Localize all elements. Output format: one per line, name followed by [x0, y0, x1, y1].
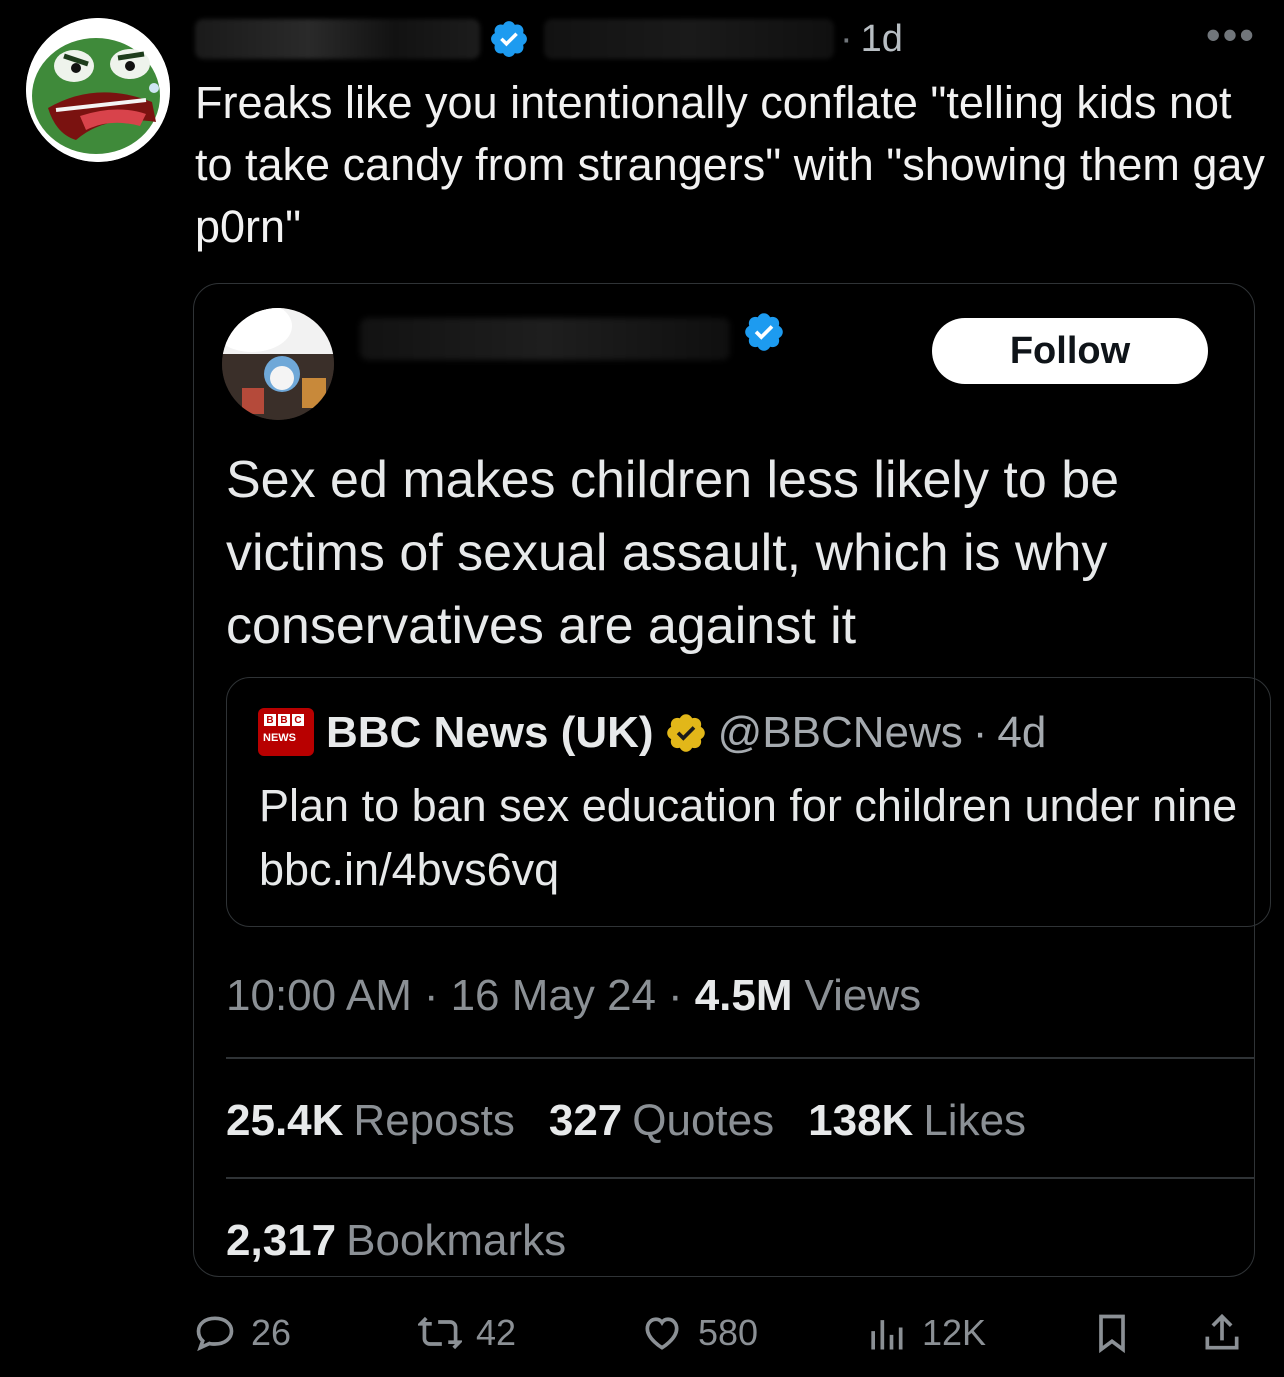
bookmark-icon — [1099, 1314, 1125, 1354]
views-count: 4.5M — [694, 971, 793, 1020]
bbc-logo-b2: B — [278, 714, 290, 726]
like-button[interactable]: 580 — [640, 1305, 758, 1361]
inner-author-name[interactable]: BBC News (UK) — [326, 708, 654, 758]
divider — [226, 1177, 1255, 1179]
repost-count: 42 — [476, 1312, 517, 1353]
bbc-logo-c: C — [292, 714, 304, 726]
meta-date[interactable]: 16 May 24 — [451, 971, 656, 1021]
meta-separator: · — [668, 971, 683, 1020]
bbc-logo-b1: B — [264, 714, 276, 726]
gold-verified-badge-icon — [666, 714, 705, 752]
like-count: 580 — [698, 1312, 759, 1353]
quoted-tweet-text: Sex ed makes children less likely to be … — [226, 451, 1120, 655]
meta-separator: · — [423, 971, 439, 1020]
reply-count: 26 — [251, 1312, 292, 1353]
tweet-time[interactable]: 1d — [861, 18, 903, 61]
quoted-author-name-redacted[interactable] — [360, 318, 730, 360]
reply-icon — [196, 1316, 234, 1352]
reposts-stat[interactable]: 25.4K Reposts — [226, 1096, 515, 1146]
bookmarks-stat[interactable]: 2,317 Bookmarks — [226, 1210, 566, 1272]
views-action-count: 12K — [922, 1312, 987, 1353]
share-icon — [1205, 1313, 1239, 1350]
inner-author-handle[interactable]: @BBCNews — [718, 708, 963, 758]
inner-tweet-time[interactable]: 4d — [997, 708, 1046, 758]
reply-button[interactable]: 26 — [193, 1305, 291, 1361]
views-icon — [871, 1320, 903, 1350]
bookmark-button[interactable] — [1090, 1305, 1148, 1361]
bbc-news-logo: BBC NEWS — [258, 708, 314, 756]
like-icon — [645, 1317, 679, 1350]
time-separator: · — [840, 17, 853, 60]
repost-icon — [418, 1316, 462, 1350]
bbc-logo-news: NEWS — [263, 732, 296, 744]
author-name-redacted[interactable] — [195, 19, 480, 59]
inner-tweet-text: Plan to ban sex education for children u… — [259, 780, 1238, 895]
share-button[interactable] — [1200, 1305, 1258, 1361]
tweet-header: · 1d — [195, 16, 903, 62]
inner-time-separator: · — [972, 708, 988, 757]
follow-button[interactable]: Follow — [932, 318, 1208, 384]
divider — [226, 1057, 1255, 1059]
author-avatar[interactable] — [26, 18, 170, 162]
verified-badge-icon — [491, 21, 527, 57]
more-icon[interactable]: ••• — [1206, 14, 1256, 56]
tweet-stats: 25.4K Reposts 327 Quotes 138K Likes — [226, 1090, 1060, 1152]
tweet-meta: 10:00 AM · 16 May 24 · 4.5M Views — [226, 966, 921, 1026]
views-button[interactable]: 12K — [864, 1305, 986, 1361]
likes-stat[interactable]: 138K Likes — [808, 1096, 1026, 1146]
quotes-stat[interactable]: 327 Quotes — [549, 1096, 774, 1146]
views-label: Views — [804, 971, 922, 1020]
author-handle-redacted[interactable] — [544, 19, 834, 59]
quoted-author-avatar[interactable] — [222, 308, 334, 420]
tweet-text: Freaks like you intentionally conflate "… — [195, 77, 1265, 252]
repost-button[interactable]: 42 — [418, 1305, 516, 1361]
verified-badge-icon — [745, 313, 783, 351]
inner-tweet-header: BBC News (UK) @BBCNews · 4d — [326, 703, 1046, 763]
meta-time[interactable]: 10:00 AM — [226, 971, 412, 1021]
bookmarks-count: 2,317 — [226, 1216, 337, 1265]
bookmarks-label: Bookmarks — [346, 1216, 567, 1265]
